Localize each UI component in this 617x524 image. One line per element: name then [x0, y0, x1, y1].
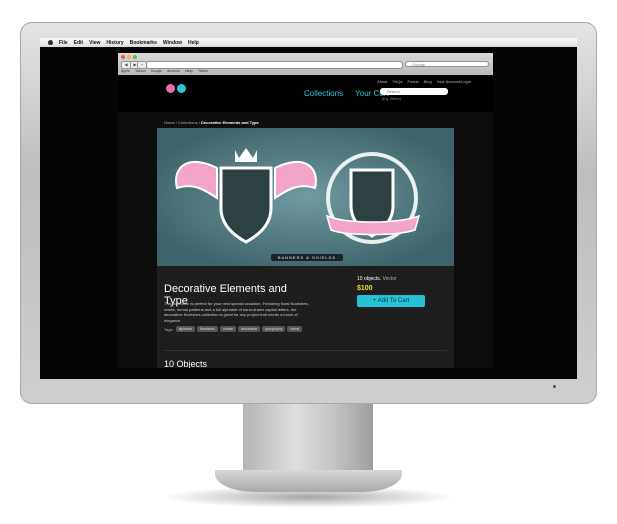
- menu-help[interactable]: Help: [188, 40, 199, 46]
- bookmark-yahoo[interactable]: Yahoo!: [135, 69, 146, 73]
- window-controls: [121, 55, 137, 59]
- bookmark-google[interactable]: Google: [151, 69, 162, 73]
- monitor-frame: File Edit View History Bookmarks Window …: [20, 22, 597, 404]
- tag-item[interactable]: flourishes: [197, 326, 218, 332]
- monitor-stand-base: [215, 470, 402, 492]
- search-hint: (e.g. ribbon): [382, 97, 401, 101]
- banners-shields-illustration: [175, 148, 421, 244]
- site-header: About FAQs Feeds Blog Your Account/Login…: [118, 75, 493, 112]
- breadcrumb-home[interactable]: Home: [164, 120, 175, 125]
- link-account[interactable]: Your Account/Login: [437, 79, 471, 84]
- minimize-window-icon[interactable]: [127, 55, 131, 59]
- tag-item[interactable]: frame: [287, 326, 303, 332]
- add-to-cart-button[interactable]: + Add To Cart: [357, 295, 425, 307]
- breadcrumb-collections[interactable]: Collections: [178, 120, 198, 125]
- product-price: $100: [357, 285, 373, 292]
- link-feeds[interactable]: Feeds: [408, 79, 419, 84]
- bookmark-yellow[interactable]: Yellow: [198, 69, 208, 73]
- breadcrumb-current: Decorative Elements and Type: [201, 120, 259, 125]
- tag-item[interactable]: decorative: [237, 326, 261, 332]
- menu-window[interactable]: Window: [163, 40, 182, 46]
- menu-view[interactable]: View: [89, 40, 100, 46]
- breadcrumb-separator: /: [175, 120, 177, 125]
- nav-collections[interactable]: Collections: [304, 89, 343, 98]
- bookmarks-bar: Apple Yahoo! Google Amazon eBay Yellow: [121, 69, 208, 73]
- product-panel: BANNERS & SHIELDS Decorative Elements an…: [157, 128, 454, 368]
- top-links: About FAQs Feeds Blog Your Account/Login: [377, 79, 471, 84]
- address-bar[interactable]: [146, 61, 403, 69]
- tag-item[interactable]: alphabet: [175, 326, 195, 332]
- browser-search-field[interactable]: Google: [405, 61, 489, 67]
- browser-window: ◀ ▶ + Google Apple Yahoo! Google Amazon …: [118, 53, 493, 368]
- main-nav: Collections Your Cart: [304, 89, 389, 98]
- product-description: This collection is perfect for your next…: [164, 301, 309, 323]
- crest-shield-graphic: [325, 152, 421, 244]
- bookmark-ebay[interactable]: eBay: [185, 69, 193, 73]
- tag-list: Tags: alphabet flourishes ornate decorat…: [164, 326, 303, 332]
- link-blog[interactable]: Blog: [424, 79, 432, 84]
- section-divider: [164, 350, 447, 351]
- menu-history[interactable]: History: [106, 40, 123, 46]
- product-meta: 10 objects. Vector: [357, 276, 397, 282]
- bookmark-apple[interactable]: Apple: [121, 69, 130, 73]
- close-window-icon[interactable]: [121, 55, 125, 59]
- tag-item[interactable]: ornate: [219, 326, 236, 332]
- zoom-window-icon[interactable]: [133, 55, 137, 59]
- apple-icon[interactable]: [48, 40, 53, 45]
- menu-edit[interactable]: Edit: [74, 40, 83, 46]
- webpage: About FAQs Feeds Blog Your Account/Login…: [118, 75, 493, 368]
- breadcrumb-separator: /: [198, 120, 200, 125]
- product-hero-image: BANNERS & SHIELDS: [157, 128, 454, 266]
- tag-item[interactable]: typography: [262, 326, 286, 332]
- object-count: 10 objects.: [357, 276, 382, 282]
- mac-menubar: File Edit View History Bookmarks Window …: [40, 38, 577, 47]
- logo-pink-mark: [166, 84, 175, 93]
- logo-cyan-mark: [177, 84, 186, 93]
- link-faqs[interactable]: FAQs: [393, 79, 403, 84]
- hero-label: BANNERS & SHIELDS: [271, 254, 343, 261]
- breadcrumb: Home / Collections / Decorative Elements…: [164, 120, 259, 125]
- menu-bookmarks[interactable]: Bookmarks: [130, 40, 157, 46]
- browser-toolbar: ◀ ▶ + Google Apple Yahoo! Google Amazon …: [118, 53, 493, 75]
- objects-heading: 10 Objects: [164, 359, 208, 368]
- screen: File Edit View History Bookmarks Window …: [40, 38, 577, 379]
- winged-shield-graphic: [175, 148, 317, 244]
- bookmark-amazon[interactable]: Amazon: [167, 69, 180, 73]
- tags-label: Tags:: [164, 326, 174, 332]
- power-indicator: [553, 385, 556, 388]
- monitor-stand: [243, 404, 373, 472]
- link-about[interactable]: About: [377, 79, 387, 84]
- menu-file[interactable]: File: [59, 40, 68, 46]
- format-label: Vector: [382, 276, 397, 282]
- site-logo[interactable]: [166, 84, 186, 93]
- site-search-input[interactable]: Search: [380, 88, 448, 95]
